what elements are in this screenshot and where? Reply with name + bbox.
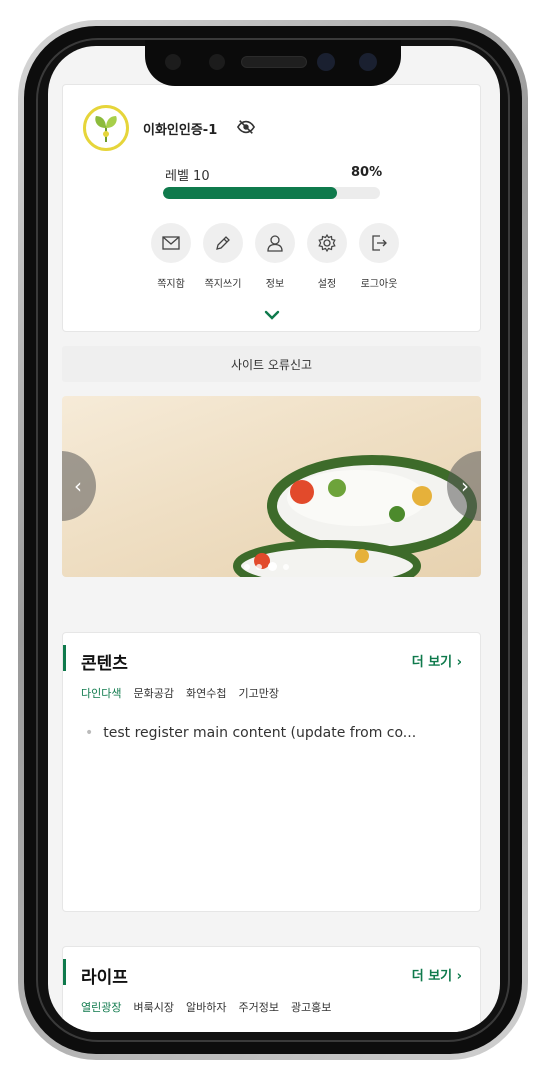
level-label: 레벨 10 [165, 169, 210, 184]
menu-label: 정보 [265, 279, 285, 290]
chevron-down-icon[interactable] [263, 309, 281, 321]
section-title: 콘텐츠 [81, 654, 128, 674]
tab-item[interactable]: 광고홍보 [291, 999, 331, 1015]
mail-icon [162, 236, 180, 250]
tab-item[interactable]: 주거정보 [238, 999, 278, 1015]
menu-item-write[interactable]: 쪽지쓰기 [197, 223, 249, 293]
screen: 이화인인증-1 레벨 10 80% 쪽지함 쪽지쓰기 정보 설정 로그아웃 사이… [48, 46, 500, 1032]
section-tabs: 열린광장 벼룩시장 알바하자 주거정보 광고홍보 [81, 999, 331, 1015]
avatar[interactable] [83, 105, 129, 151]
section-title: 라이프 [81, 968, 128, 988]
menu-item-info[interactable]: 정보 [249, 223, 301, 293]
post-title: test register main content (update from … [103, 725, 417, 741]
tab-item[interactable]: 알바하자 [186, 999, 226, 1015]
speaker-grille [241, 56, 307, 68]
tab-item[interactable]: 기고만장 [238, 685, 278, 701]
eye-off-icon[interactable] [237, 119, 255, 135]
section-accent-bar [63, 645, 66, 671]
section-life: 라이프 더 보기 › 열린광장 벼룩시장 알바하자 주거정보 광고홍보 [62, 946, 481, 1032]
section-accent-bar [63, 959, 66, 985]
sensor-dot [165, 54, 181, 70]
menu-icon-circle [255, 223, 295, 263]
carousel-dot[interactable] [256, 563, 262, 570]
menu-icon-circle [307, 223, 347, 263]
level-progress-fill [163, 187, 337, 199]
logout-icon [372, 235, 387, 251]
sensor-dot [209, 54, 225, 70]
level-percent: 80% [351, 165, 383, 180]
sprout-icon [95, 116, 117, 142]
banner-carousel[interactable]: ‹ › [62, 396, 481, 577]
menu-label: 쪽지함 [157, 279, 185, 290]
menu-item-logout[interactable]: 로그아웃 [353, 223, 405, 293]
user-icon [267, 235, 283, 252]
profile-card: 이화인인증-1 레벨 10 80% 쪽지함 쪽지쓰기 정보 설정 로그아웃 [62, 84, 481, 332]
menu-item-settings[interactable]: 설정 [301, 223, 353, 293]
carousel-dots [244, 562, 289, 571]
menu-label: 로그아웃 [360, 279, 398, 290]
menu-icon-circle [203, 223, 243, 263]
report-error-button[interactable]: 사이트 오류신고 [62, 346, 481, 382]
profile-menu: 쪽지함 쪽지쓰기 정보 설정 로그아웃 [145, 223, 405, 293]
carousel-dot[interactable] [244, 563, 250, 570]
tab-item[interactable]: 벼룩시장 [133, 999, 173, 1015]
camera-lens [359, 53, 377, 71]
more-link[interactable]: 더 보기 › [412, 965, 462, 984]
chevron-left-icon: ‹ [74, 474, 82, 498]
banner-image [233, 455, 477, 577]
tab-item[interactable]: 열린광장 [81, 999, 121, 1015]
phone-notch [145, 40, 401, 86]
menu-label: 쪽지쓰기 [204, 279, 242, 290]
tab-item[interactable]: 문화공감 [133, 685, 173, 701]
more-link[interactable]: 더 보기 › [412, 651, 462, 670]
carousel-dot[interactable] [283, 563, 289, 570]
chevron-right-icon: › [461, 474, 469, 498]
menu-item-inbox[interactable]: 쪽지함 [145, 223, 197, 293]
menu-icon-circle [359, 223, 399, 263]
carousel-dot[interactable] [268, 562, 277, 571]
page-content: 이화인인증-1 레벨 10 80% 쪽지함 쪽지쓰기 정보 설정 로그아웃 사이… [48, 46, 500, 1032]
camera-lens [317, 53, 335, 71]
username: 이화인인증-1 [143, 123, 218, 138]
section-contents: 콘텐츠 더 보기 › 다인다색 문화공감 화연수첩 기고만장 • test reg… [62, 632, 481, 912]
menu-label: 설정 [317, 279, 337, 290]
level-progress-bar [163, 187, 380, 199]
tab-item[interactable]: 화연수첩 [186, 685, 226, 701]
pencil-icon [216, 236, 230, 250]
tab-item[interactable]: 다인다색 [81, 685, 121, 701]
bullet-icon: • [85, 725, 94, 741]
menu-icon-circle [151, 223, 191, 263]
section-tabs: 다인다색 문화공감 화연수첩 기고만장 [81, 685, 279, 701]
list-item[interactable]: • test register main content (update from… [85, 725, 465, 741]
gear-icon [318, 233, 336, 253]
